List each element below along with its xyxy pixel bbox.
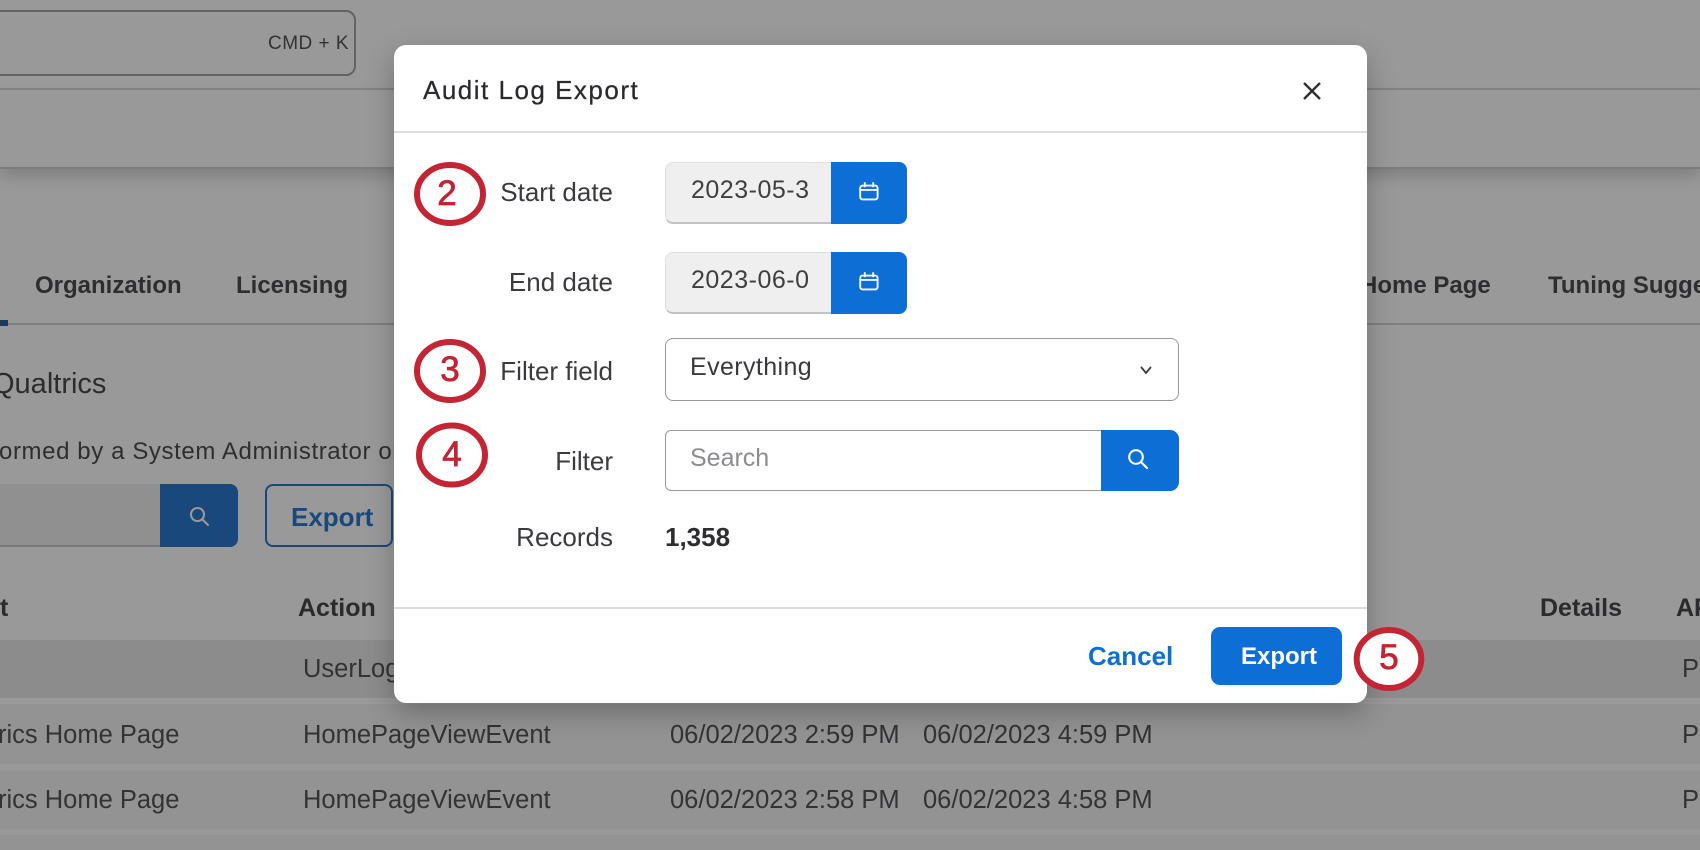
svg-text:3: 3 (440, 350, 459, 389)
svg-text:2: 2 (437, 174, 456, 213)
svg-text:4: 4 (442, 435, 461, 474)
svg-text:5: 5 (1379, 638, 1398, 677)
